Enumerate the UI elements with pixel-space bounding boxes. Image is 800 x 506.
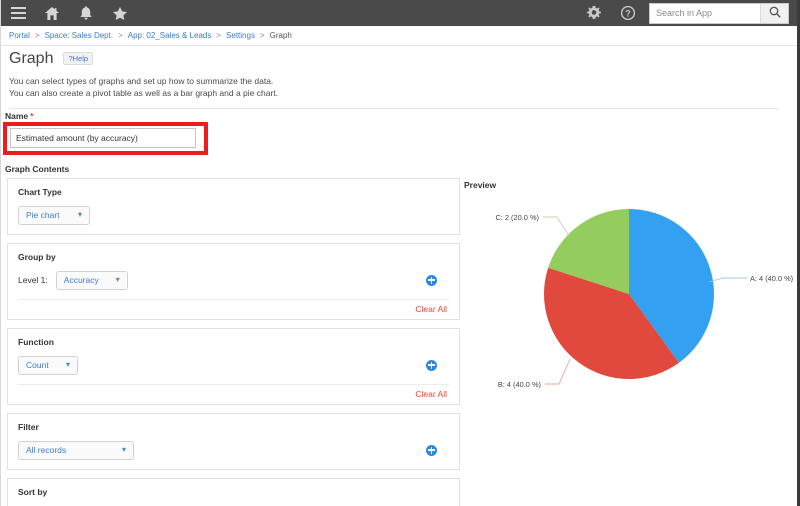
panel-padding: [18, 460, 449, 469]
chevron-down-icon: ▾: [115, 275, 120, 284]
name-label-text: Name: [5, 111, 29, 121]
group-by-level-label: Level 1:: [18, 275, 48, 285]
pie-label-b: B: 4 (40.0 %): [498, 380, 541, 389]
pie-label-c: C: 2 (20.0 %): [495, 213, 539, 222]
chart-type-value: Pie chart: [26, 210, 60, 220]
panel-padding: [18, 225, 449, 234]
topbar-right-group: ?: [577, 0, 797, 26]
title-row: Graph ?Help: [9, 50, 779, 68]
breadcrumb-separator: >: [34, 31, 40, 40]
required-marker: *: [30, 111, 34, 121]
panel-function: Function Count ▾ Clear All: [7, 328, 460, 405]
page-description: You can select types of graphs and set u…: [9, 75, 779, 99]
panel-title-sort-by: Sort by: [18, 487, 48, 497]
panel-title-group-by: Group by: [18, 252, 56, 262]
clear-all-function[interactable]: Clear All: [18, 385, 449, 404]
breadcrumb-item-settings[interactable]: Settings: [226, 31, 255, 40]
breadcrumb-item-app[interactable]: App: 02_Sales & Leads: [128, 31, 212, 40]
group-by-level1-select[interactable]: Accuracy ▾: [55, 270, 128, 290]
home-icon[interactable]: [35, 0, 69, 26]
pie-callout-line-a: [708, 277, 747, 283]
add-function-button[interactable]: [426, 359, 437, 371]
function-value: Count: [26, 360, 49, 370]
panel-chart-type: Chart Type Pie chart ▾: [7, 178, 460, 235]
pie-callout-line-c: [543, 216, 570, 237]
panel-group-by: Group by Level 1: Accuracy ▾ Clear All: [7, 243, 460, 320]
clear-all-group-by[interactable]: Clear All: [18, 300, 449, 319]
name-input[interactable]: [10, 128, 196, 148]
header-divider: [9, 108, 779, 109]
bell-icon[interactable]: [69, 0, 103, 26]
page-header: Graph ?Help You can select types of grap…: [9, 50, 779, 109]
star-icon[interactable]: [103, 0, 137, 26]
panel-row-filter: All records ▾: [18, 440, 449, 460]
panel-sort-by: Sort by Total ▾ Descending ▾ Clear All: [7, 478, 460, 506]
page-title: Graph: [9, 50, 54, 67]
search-icon: [769, 6, 781, 21]
search-box[interactable]: [649, 2, 789, 24]
panel-row-group-by: Level 1: Accuracy ▾: [18, 270, 449, 290]
add-group-by-button[interactable]: [426, 274, 437, 286]
breadcrumb-separator: >: [118, 31, 123, 40]
panel-title-function: Function: [18, 337, 54, 347]
pie-chart-preview: A: 4 (40.0 %) B: 4 (40.0 %) C: 2 (20.0 %…: [461, 192, 797, 407]
panel-row-function: Count ▾: [18, 355, 449, 375]
help-button[interactable]: ?Help: [63, 52, 94, 65]
page-description-line2: You can also create a pivot table as wel…: [9, 88, 279, 98]
chart-type-select[interactable]: Pie chart ▾: [18, 205, 90, 225]
group-by-level1-value: Accuracy: [63, 275, 99, 285]
page-description-line1: You can select types of graphs and set u…: [9, 76, 274, 86]
search-input[interactable]: [650, 3, 760, 23]
svg-text:?: ?: [625, 8, 631, 18]
panel-title-chart-type: Chart Type: [18, 187, 62, 197]
add-filter-button[interactable]: [426, 444, 437, 456]
gear-icon[interactable]: [577, 0, 611, 26]
panel-title-filter: Filter: [18, 422, 39, 432]
menu-icon[interactable]: [1, 0, 35, 26]
breadcrumb-separator: >: [259, 31, 265, 40]
chevron-down-icon: ▾: [77, 210, 82, 219]
breadcrumb: Portal > Space: Sales Dept. > App: 02_Sa…: [1, 26, 797, 46]
name-field-label: Name *: [5, 111, 33, 121]
chevron-down-icon: ▾: [121, 445, 126, 454]
filter-select[interactable]: All records ▾: [18, 440, 134, 460]
search-button[interactable]: [760, 3, 788, 23]
breadcrumb-separator: >: [216, 31, 222, 40]
pie-callout-line-b: [545, 358, 571, 385]
filter-value: All records: [26, 445, 67, 455]
graph-contents-label: Graph Contents: [5, 164, 70, 174]
chevron-down-icon: ▾: [65, 360, 70, 369]
pie-label-a: A: 4 (40.0 %): [750, 274, 793, 283]
breadcrumb-item-graph: Graph: [269, 31, 292, 40]
breadcrumb-item-space[interactable]: Space: Sales Dept.: [45, 31, 113, 40]
preview-label: Preview: [464, 180, 497, 190]
graph-contents-panels: Chart Type Pie chart ▾ Group by Level 1:…: [7, 178, 460, 506]
panel-row-chart-type: Pie chart ▾: [18, 205, 449, 225]
pie-chart-svg: A: 4 (40.0 %) B: 4 (40.0 %) C: 2 (20.0 %…: [495, 209, 793, 389]
app-window: ? Portal > Space: Sales Dept. >: [0, 0, 800, 506]
breadcrumb-item-portal[interactable]: Portal: [9, 31, 30, 40]
panel-filter: Filter All records ▾: [7, 413, 460, 470]
help-circle-icon[interactable]: ?: [611, 0, 645, 26]
function-select[interactable]: Count ▾: [18, 355, 78, 375]
top-navigation-bar: ?: [1, 0, 797, 26]
